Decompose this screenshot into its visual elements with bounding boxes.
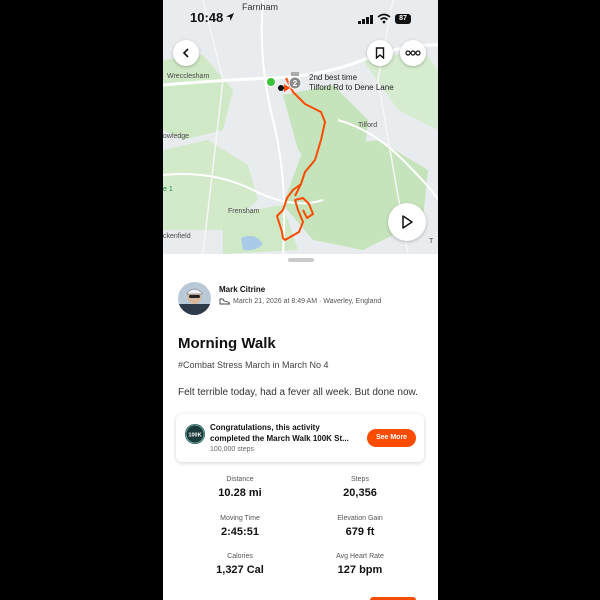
activity-description: Felt terrible today, had a fever all wee…	[178, 387, 418, 398]
challenge-badge-icon: 100K	[185, 424, 205, 444]
segment-medal-rank: 2	[293, 79, 298, 88]
status-bar: 10:48 87	[163, 10, 438, 30]
stat-label: Avg Heart Rate	[336, 553, 384, 560]
map-label-tilford: Tilford	[358, 122, 378, 129]
location-arrow-icon	[226, 13, 234, 21]
stat-distance: Distance 10.28 mi	[180, 476, 300, 499]
map-label-churt: ckenfield	[163, 233, 191, 240]
activity-map[interactable]: 10:48 87 Farnham Wrecclesham Tilford owl…	[163, 0, 438, 254]
wifi-icon	[377, 13, 391, 24]
achievement-card[interactable]: 100K Congratulations, this activity comp…	[176, 414, 424, 462]
stat-label: Elevation Gain	[337, 515, 383, 522]
battery-indicator: 87	[395, 14, 411, 24]
status-time: 10:48	[190, 10, 224, 25]
stat-value: 127 bpm	[337, 564, 383, 576]
sheet-drag-handle[interactable]	[288, 258, 314, 262]
more-options-button[interactable]	[400, 40, 426, 66]
stat-value: 679 ft	[345, 526, 375, 538]
stat-value: 1,327 Cal	[216, 564, 264, 576]
bookmark-button[interactable]	[367, 40, 393, 66]
stat-steps: Steps 20,356	[300, 476, 420, 499]
map-label-farnham: Farnham	[242, 2, 279, 12]
activity-tag: #Combat Stress March in March No 4	[178, 360, 329, 370]
achievement-line2: completed the March Walk 100K St...	[210, 434, 349, 443]
bookmark-icon	[375, 47, 385, 59]
phone-screen: 10:48 87 Farnham Wrecclesham Tilford owl…	[163, 0, 438, 600]
athlete-photo	[178, 282, 211, 315]
segment-time-rank: 2nd best time	[309, 73, 358, 82]
map-label-rowledge: owledge	[163, 133, 190, 140]
avatar[interactable]	[178, 282, 211, 315]
map-label-frensham: Frensham	[228, 208, 260, 215]
stat-label: Calories	[227, 553, 253, 560]
stat-value: 2:45:51	[221, 526, 259, 538]
back-button[interactable]	[173, 40, 199, 66]
badge-text: 100K	[188, 433, 201, 439]
cellular-signal-icon	[358, 15, 373, 24]
see-more-button[interactable]: See More	[367, 429, 416, 447]
chevron-left-icon	[182, 48, 189, 58]
activity-title: Morning Walk	[178, 335, 276, 352]
stat-calories: Calories 1,327 Cal	[180, 553, 300, 576]
stat-label: Moving Time	[220, 515, 260, 522]
stat-value: 10.28 mi	[218, 487, 262, 499]
play-flyover-button[interactable]	[388, 203, 426, 241]
athlete-name[interactable]: Mark Citrine	[219, 285, 265, 294]
activity-date-location: March 21, 2026 at 8:49 AM · Waverley, En…	[233, 298, 382, 305]
achievement-line1: Congratulations, this activity	[210, 423, 320, 432]
map-label-edge: T	[429, 238, 434, 245]
segment-name: Tilford Rd to Dene Lane	[309, 83, 394, 92]
segment-medal-icon: 2	[288, 72, 302, 90]
more-dots-icon	[405, 50, 421, 56]
segment-label[interactable]: 2nd best time Tilford Rd to Dene Lane	[309, 73, 394, 93]
map-label-route: e 1	[163, 186, 173, 193]
stat-moving-time: Moving Time 2:45:51	[180, 515, 300, 538]
stat-value: 20,356	[343, 487, 377, 499]
stat-avg-heart-rate: Avg Heart Rate 127 bpm	[300, 553, 420, 576]
achievement-text: Congratulations, this activity completed…	[210, 422, 370, 444]
stat-elevation-gain: Elevation Gain 679 ft	[300, 515, 420, 538]
map-label-wrecclesham: Wrecclesham	[167, 73, 210, 80]
stat-label: Steps	[351, 476, 369, 483]
activity-meta: March 21, 2026 at 8:49 AM · Waverley, En…	[219, 298, 381, 305]
play-icon	[402, 215, 413, 229]
stat-label: Distance	[226, 476, 254, 483]
shoe-icon	[219, 298, 230, 305]
achievement-subtext: 100,000 steps	[210, 446, 254, 453]
